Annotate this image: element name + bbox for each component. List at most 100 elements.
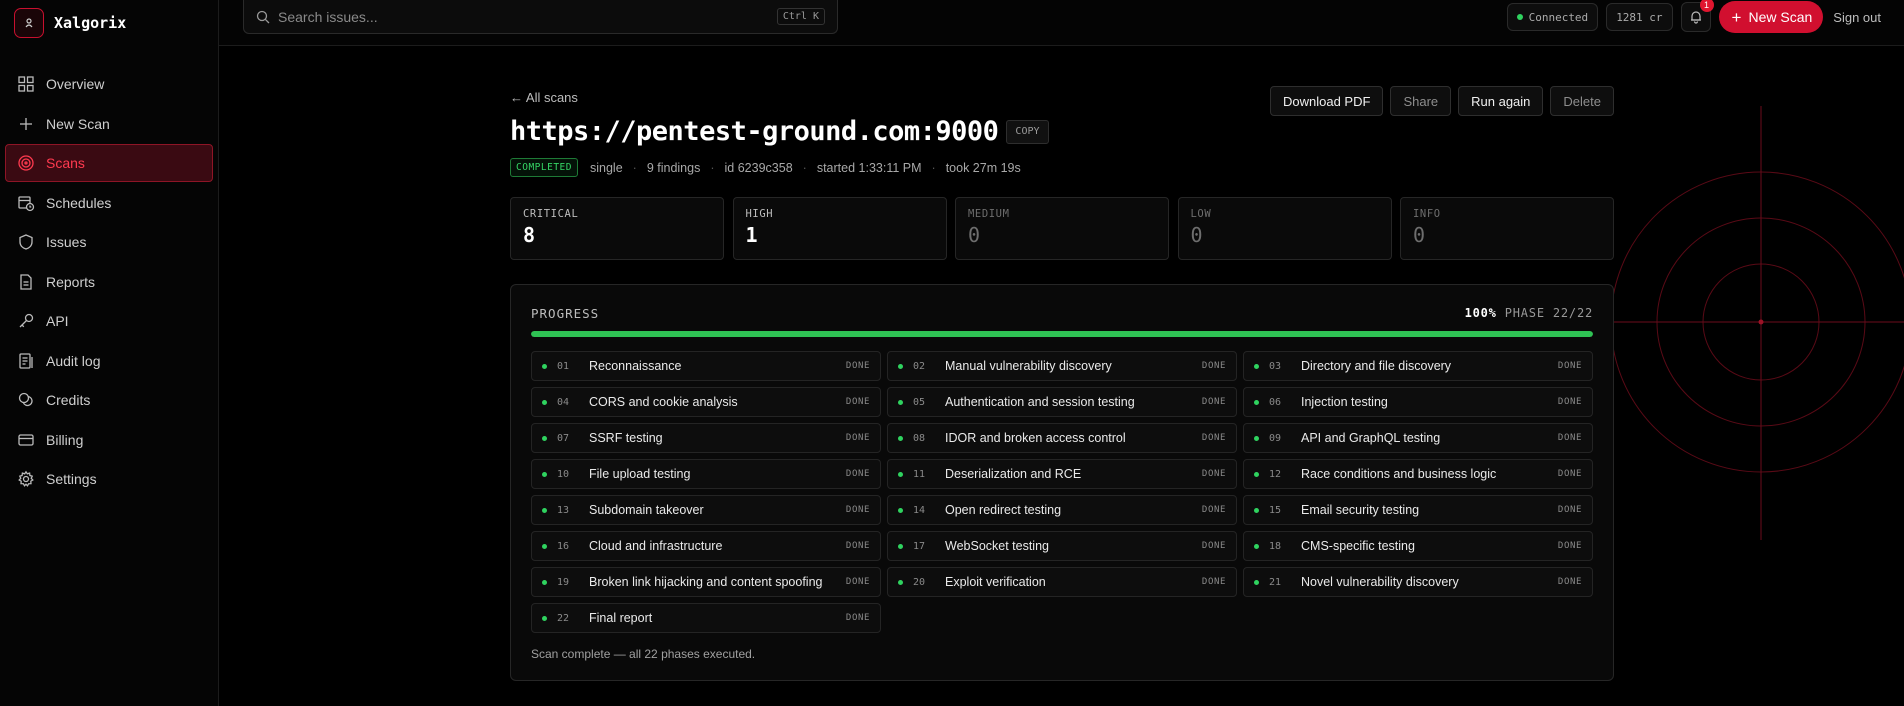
phase-item: 18 CMS-specific testing DONE (1243, 531, 1593, 561)
phase-item: 12 Race conditions and business logic DONE (1243, 459, 1593, 489)
phase-status: DONE (1557, 541, 1582, 551)
phase-status-dot-icon (542, 615, 547, 621)
sidebar-item-overview[interactable]: Overview (5, 65, 213, 103)
severity-label: MEDIUM (968, 208, 1010, 220)
sidebar-item-issues[interactable]: Issues (5, 223, 213, 261)
phase-name: Injection testing (1301, 395, 1388, 409)
phase-status-dot-icon (898, 579, 903, 585)
phase-item: 15 Email security testing DONE (1243, 495, 1593, 525)
phase-name: Subdomain takeover (589, 503, 704, 517)
phase-status: DONE (1201, 433, 1226, 443)
phase-status: DONE (845, 397, 870, 407)
phase-status-dot-icon (542, 543, 547, 549)
phase-status-dot-icon (1254, 543, 1259, 549)
severity-label: INFO (1413, 208, 1441, 220)
new-scan-button[interactable]: + New Scan (1718, 1, 1824, 33)
phase-status: DONE (845, 505, 870, 515)
sidebar-item-label: API (46, 313, 69, 329)
phase-status: DONE (1201, 361, 1226, 371)
search-box[interactable]: Ctrl K (243, 0, 838, 34)
sign-out-link[interactable]: Sign out (1833, 10, 1881, 25)
topbar-actions: Connected 1281 cr 1 + New Scan Sign out (1506, 0, 1904, 34)
severity-summary: CRITICAL 8 HIGH 1 MEDIUM 0 LOW 0 INFO 0 (510, 197, 1614, 260)
phase-item: 13 Subdomain takeover DONE (531, 495, 881, 525)
back-to-scans-link[interactable]: ← All scans (510, 90, 578, 105)
severity-card-medium[interactable]: MEDIUM 0 (955, 197, 1169, 260)
phase-name: Manual vulnerability discovery (945, 359, 1112, 373)
severity-count: 8 (523, 223, 536, 247)
phase-status: DONE (845, 577, 870, 587)
phase-name: Directory and file discovery (1301, 359, 1452, 373)
progress-bar-fill (531, 331, 1593, 337)
phase-item: 09 API and GraphQL testing DONE (1243, 423, 1593, 453)
sidebar-item-api[interactable]: API (5, 302, 213, 340)
phase-status-dot-icon (1254, 507, 1259, 513)
sidebar-item-schedules[interactable]: Schedules (5, 184, 213, 222)
progress-panel: PROGRESS 100% PHASE 22/22 01 Reconnaissanc… (510, 284, 1614, 681)
copy-url-button[interactable]: COPY (1006, 119, 1049, 144)
sidebar-item-billing[interactable]: Billing (5, 421, 213, 459)
phase-item: 17 WebSocket testing DONE (887, 531, 1237, 561)
download-pdf-button[interactable]: Download PDF (1270, 86, 1384, 116)
severity-count: 0 (1190, 223, 1203, 247)
phase-number: 10 (557, 468, 570, 480)
progress-summary: 100% PHASE 22/22 (1465, 306, 1593, 320)
sidebar-item-label: Credits (46, 392, 91, 408)
sidebar-item-settings[interactable]: Settings (5, 460, 213, 498)
phase-status: DONE (1201, 505, 1226, 515)
brand[interactable]: Xalgorix (0, 0, 218, 46)
plus-icon (17, 115, 35, 133)
notifications-button[interactable]: 1 (1680, 0, 1714, 32)
sidebar-item-credits[interactable]: Credits (5, 381, 213, 419)
phase-name: API and GraphQL testing (1301, 431, 1441, 445)
phase-status: DONE (845, 613, 870, 623)
sidebar-item-label: Settings (46, 471, 97, 487)
sidebar-item-label: Scans (46, 155, 85, 171)
run-again-button[interactable]: Run again (1458, 86, 1544, 116)
phase-status: DONE (845, 541, 870, 551)
share-button[interactable]: Share (1390, 86, 1452, 116)
sidebar-item-reports[interactable]: Reports (5, 263, 213, 301)
sidebar-item-scans[interactable]: Scans (5, 144, 213, 182)
phase-number: 08 (913, 432, 926, 444)
phase-status-dot-icon (542, 579, 547, 585)
sidebar-item-new-scan[interactable]: New Scan (5, 105, 213, 143)
phase-name: Exploit verification (945, 575, 1046, 589)
phase-number: 13 (557, 504, 570, 516)
phase-item: 02 Manual vulnerability discovery DONE (887, 351, 1237, 381)
phase-name: Open redirect testing (945, 503, 1062, 517)
target-icon (17, 154, 35, 172)
delete-button[interactable]: Delete (1550, 86, 1614, 116)
scan-started: started 1:33:11 PM (816, 160, 922, 175)
credits-balance[interactable]: 1281 cr (1606, 3, 1673, 31)
phase-number: 11 (913, 468, 926, 480)
document-icon (17, 273, 35, 291)
search-input[interactable] (278, 8, 777, 25)
card-icon (17, 431, 35, 449)
severity-card-high[interactable]: HIGH 1 (732, 197, 947, 260)
separator: · (931, 160, 936, 175)
sidebar-item-audit-log[interactable]: Audit log (5, 342, 213, 380)
phase-item: 11 Deserialization and RCE DONE (887, 459, 1237, 489)
phase-number: 02 (913, 360, 926, 372)
phase-item: 10 File upload testing DONE (531, 459, 881, 489)
severity-card-info[interactable]: INFO 0 (1400, 197, 1614, 260)
phase-status-dot-icon (1254, 471, 1259, 477)
sidebar-item-label: Schedules (46, 194, 112, 211)
phase-status: DONE (1201, 541, 1226, 551)
phase-status-dot-icon (1254, 363, 1259, 369)
phase-status-dot-icon (542, 507, 547, 513)
bell-icon (1690, 11, 1701, 24)
phase-status: DONE (845, 469, 870, 479)
sidebar-item-label: New Scan (46, 115, 110, 132)
separator: · (632, 160, 637, 175)
severity-count: 1 (745, 223, 758, 247)
coins-icon (17, 391, 35, 409)
phase-status-dot-icon (542, 435, 547, 441)
severity-card-critical[interactable]: CRITICAL 8 (510, 197, 724, 260)
notification-badge: 1 (1699, 0, 1714, 12)
phase-name: CORS and cookie analysis (589, 395, 738, 409)
search-shortcut: Ctrl K (776, 8, 825, 25)
severity-card-low[interactable]: LOW 0 (1177, 197, 1392, 260)
phase-status-dot-icon (542, 399, 547, 405)
